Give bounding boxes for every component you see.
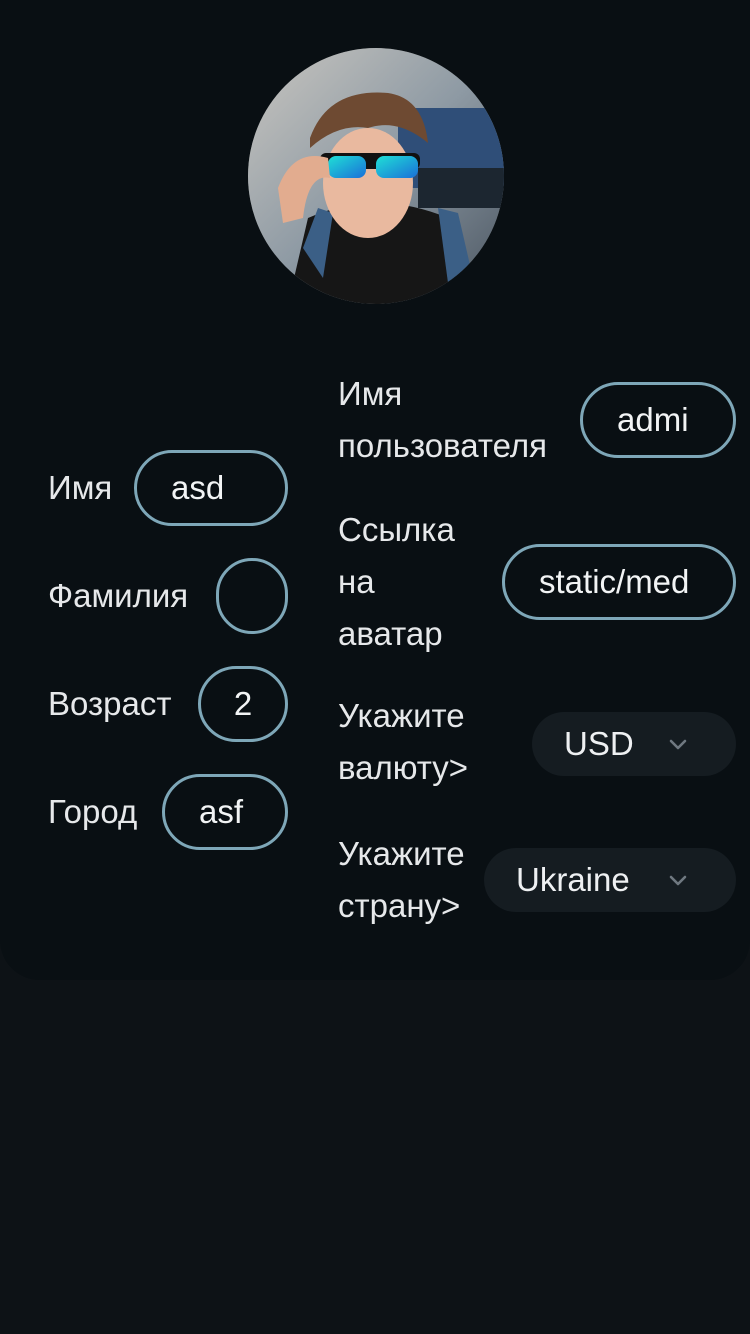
avatar-link-label-line2: на (338, 563, 375, 600)
first-name-label: Имя (48, 469, 113, 506)
avatar-link-label-line1: Ссылка (338, 511, 455, 548)
avatar-link-input[interactable]: static/med (502, 544, 736, 620)
avatar-link-label-line3: аватар (338, 615, 443, 652)
age-input[interactable]: 2 (198, 666, 288, 742)
profile-card: Имя asd Фамилия Возраст 2 Город asf Имя … (0, 0, 750, 980)
avatar-image (248, 48, 504, 304)
avatar-link-value: static/med (539, 563, 690, 600)
city-value: asf (199, 793, 244, 830)
country-value: Ukraine (516, 861, 630, 898)
last-name-input[interactable] (216, 558, 288, 634)
username-value: admi (617, 401, 689, 438)
profile-page: Имя asd Фамилия Возраст 2 Город asf Имя … (0, 0, 750, 1334)
username-input[interactable]: admi (580, 382, 736, 458)
age-value: 2 (233, 685, 253, 722)
username-label-line2: пользователя (338, 427, 547, 464)
last-name-label: Фамилия (48, 577, 189, 614)
city-input[interactable]: asf (162, 774, 288, 850)
age-label: Возраст (48, 685, 172, 722)
username-label-line1: Имя (338, 375, 403, 412)
country-label-line2: страну> (338, 887, 461, 924)
currency-label-line1: Укажите (338, 697, 465, 734)
chevron-down-icon (669, 875, 687, 886)
currency-value: USD (564, 725, 634, 762)
chevron-down-icon (669, 739, 687, 750)
country-label-line1: Укажите (338, 835, 465, 872)
currency-select[interactable]: USD (532, 712, 736, 776)
first-name-value: asd (171, 469, 225, 506)
avatar[interactable] (248, 48, 504, 304)
city-label: Город (48, 793, 138, 830)
first-name-input[interactable]: asd (134, 450, 288, 526)
country-select[interactable]: Ukraine (484, 848, 736, 912)
currency-label-line2: валюту> (338, 749, 469, 786)
